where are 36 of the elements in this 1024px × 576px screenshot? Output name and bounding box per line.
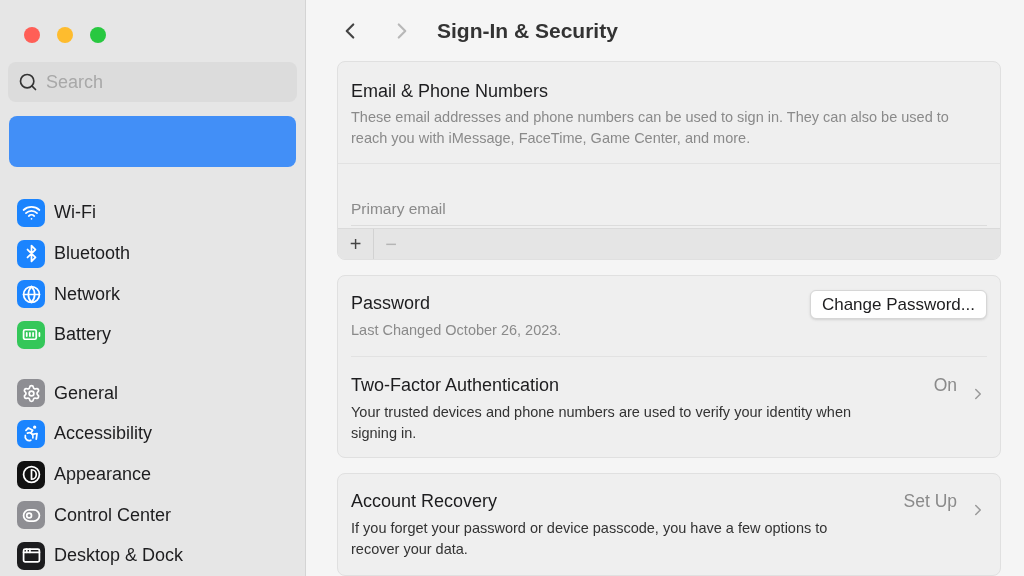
sidebar-item[interactable]: Control Center: [8, 494, 297, 536]
zoom-button[interactable]: [90, 27, 106, 43]
close-button[interactable]: [24, 27, 40, 43]
sidebar-label: General: [54, 381, 119, 405]
search-icon: [18, 72, 38, 93]
sidebar-label: Battery: [54, 323, 112, 347]
sidebar-item[interactable]: Bluetooth: [8, 233, 297, 274]
change-password-button[interactable]: Change Password...: [809, 290, 987, 319]
section-description: These email addresses and phone numbers can be used to sign in. They can also be used to reach you with iMessage, FaceTime, Game Center, and more.: [351, 108, 950, 149]
sidebar-item[interactable]: Desktop & Dock: [8, 535, 297, 576]
sidebar-label: Wi-Fi: [54, 201, 96, 225]
sidebar-label: Bluetooth: [54, 242, 131, 266]
row-title: Account Recovery: [351, 490, 499, 513]
sidebar-label: Accessibility: [54, 422, 153, 446]
sidebar-item[interactable]: Appearance: [8, 454, 297, 495]
row-title: Two-Factor Authentication: [351, 374, 561, 397]
sidebar-label: Network: [54, 282, 120, 306]
sidebar-label: Appearance: [54, 463, 152, 486]
email-field[interactable]: Primary email: [351, 197, 987, 226]
row-description: If you forget your password or device passcode, you have a few options to recover your data.: [351, 519, 829, 559]
row-description: Last Changed October 26, 2023.: [351, 321, 563, 340]
sidebar-item[interactable]: General: [8, 373, 297, 414]
sidebar-item[interactable]: Wi-Fi: [8, 192, 297, 234]
section-title: Email & Phone Numbers: [351, 80, 550, 104]
sidebar-label: Control Center: [54, 503, 172, 527]
row-title: Password: [351, 292, 432, 315]
minimize-button[interactable]: [57, 27, 73, 43]
row-description: Your trusted devices and phone numbers are used to verify your identity when signing in.: [351, 403, 852, 443]
page-title: Sign-In & Security: [437, 17, 618, 44]
status-value: Set Up: [903, 490, 957, 513]
sidebar-item[interactable]: Battery: [8, 314, 297, 356]
sidebar-item[interactable]: Accessibility: [8, 413, 297, 455]
add-button[interactable]: +: [338, 229, 373, 259]
sidebar-label: Desktop & Dock: [54, 544, 184, 568]
status-value: On: [933, 374, 957, 397]
sidebar-item[interactable]: Network: [8, 273, 297, 315]
